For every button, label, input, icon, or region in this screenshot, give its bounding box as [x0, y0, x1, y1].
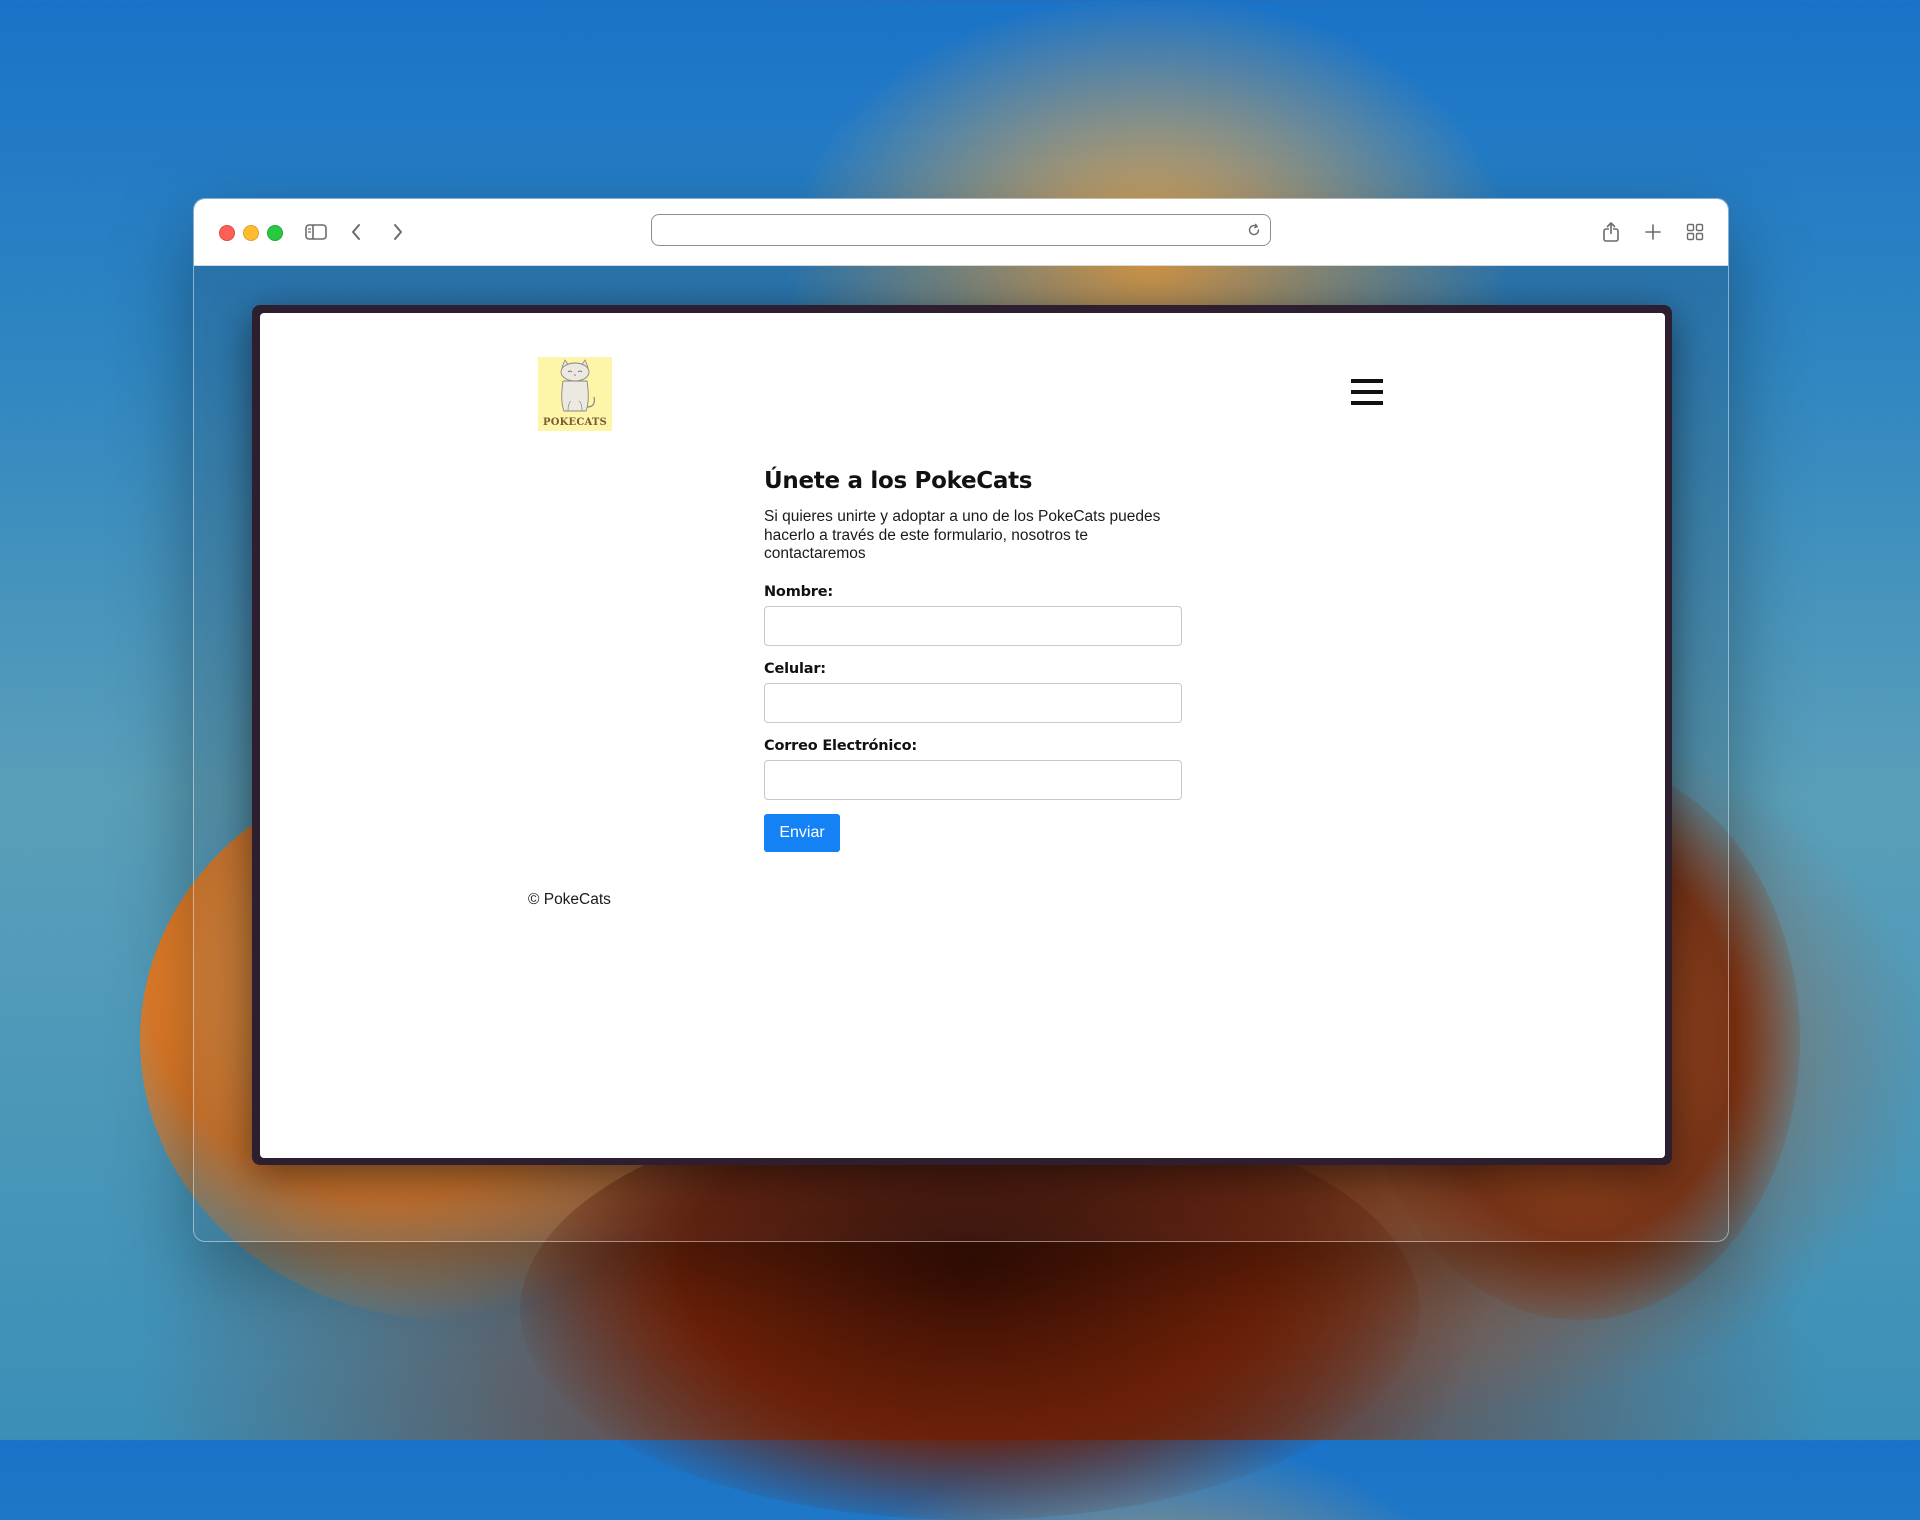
correo-input[interactable]	[764, 759, 1182, 800]
reload-icon[interactable]	[1246, 222, 1262, 238]
celular-label: Celular:	[764, 660, 826, 677]
hamburger-menu-icon[interactable]	[1351, 377, 1383, 407]
minimize-window-button[interactable]	[243, 225, 259, 241]
tab-grid-icon[interactable]	[1684, 217, 1706, 247]
close-window-button[interactable]	[219, 225, 235, 241]
field-nombre: Nombre:	[764, 584, 1184, 646]
logo-text: POKECATS	[543, 417, 607, 428]
form-title: Únete a los PokeCats	[764, 468, 1033, 494]
submit-button[interactable]: Enviar	[764, 813, 840, 852]
signup-form: Únete a los PokeCats Si quieres unirte y…	[764, 468, 1184, 852]
chevron-left-icon[interactable]	[346, 217, 366, 247]
page-frame: POKECATS Únete a los PokeCats Si quieres…	[252, 305, 1672, 1165]
field-correo: Correo Electrónico:	[764, 738, 1184, 800]
celular-input[interactable]	[764, 682, 1182, 723]
sidebar-toggle-icon[interactable]	[303, 217, 329, 247]
plus-icon[interactable]	[1642, 217, 1664, 247]
browser-window: POKECATS Únete a los PokeCats Si quieres…	[193, 198, 1729, 1242]
web-page: POKECATS Únete a los PokeCats Si quieres…	[260, 313, 1665, 1158]
footer-copyright: © PokeCats	[528, 891, 611, 908]
address-input[interactable]	[662, 217, 1226, 243]
correo-label: Correo Electrónico:	[764, 737, 917, 754]
pokecats-logo[interactable]: POKECATS	[538, 357, 612, 431]
chevron-right-icon[interactable]	[388, 217, 408, 247]
browser-toolbar	[194, 199, 1728, 266]
maximize-window-button[interactable]	[267, 225, 283, 241]
nombre-label: Nombre:	[764, 583, 833, 600]
share-icon[interactable]	[1600, 217, 1622, 247]
cat-icon	[560, 359, 595, 412]
field-celular: Celular:	[764, 661, 1184, 723]
form-description: Si quieres unirte y adoptar a uno de los…	[764, 508, 1161, 562]
nombre-input[interactable]	[764, 605, 1182, 646]
address-bar[interactable]	[651, 214, 1271, 246]
